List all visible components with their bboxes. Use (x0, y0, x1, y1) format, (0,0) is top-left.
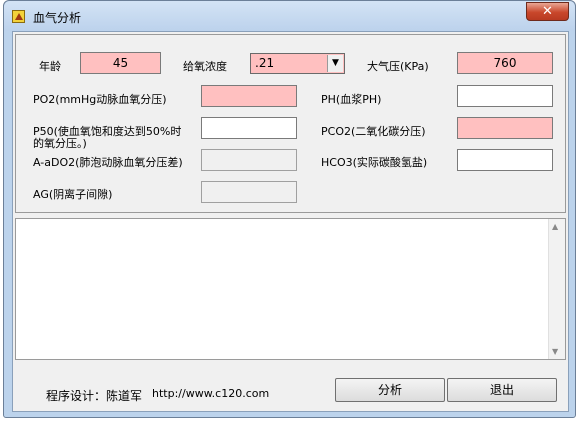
hco3-input[interactable] (457, 149, 553, 171)
title-bar: 血气分析 ✕ (4, 1, 575, 31)
app-window: 血气分析 ✕ 年龄 45 给氧浓度 .21 ▼ 大气压(KPa) 760 PO2… (3, 0, 576, 418)
app-icon (12, 10, 25, 23)
exit-button[interactable]: 退出 (447, 378, 557, 402)
pressure-input[interactable]: 760 (457, 52, 553, 74)
analyze-button[interactable]: 分析 (335, 378, 445, 402)
p50-input[interactable] (201, 117, 297, 139)
result-textarea[interactable]: ▲ ▼ (15, 218, 566, 360)
aado2-output (201, 149, 297, 171)
age-input[interactable]: 45 (80, 52, 161, 74)
pco2-label: PCO2(二氧化碳分压) (321, 125, 426, 138)
ph-label: PH(血浆PH) (321, 93, 382, 106)
pco2-input[interactable] (457, 117, 553, 139)
po2-input[interactable] (201, 85, 297, 107)
website-url: http://www.c120.com (152, 387, 270, 400)
fio2-select[interactable]: .21 ▼ (250, 53, 345, 74)
ag-output (201, 181, 297, 203)
age-label: 年龄 (39, 60, 61, 73)
fio2-selected-value: .21 (255, 56, 275, 70)
fio2-label: 给氧浓度 (183, 60, 227, 73)
ag-label: AG(阴离子间隙) (33, 188, 113, 201)
input-panel: 年龄 45 给氧浓度 .21 ▼ 大气压(KPa) 760 PO2(mmHg动脉… (15, 34, 566, 213)
po2-label: PO2(mmHg动脉血氧分压) (33, 93, 167, 106)
scroll-down-icon[interactable]: ▼ (552, 347, 558, 356)
ph-input[interactable] (457, 85, 553, 107)
client-area: 年龄 45 给氧浓度 .21 ▼ 大气压(KPa) 760 PO2(mmHg动脉… (12, 31, 569, 412)
p50-label-line2: 的氧分压。) (33, 137, 87, 150)
scroll-up-icon[interactable]: ▲ (552, 222, 558, 231)
designer-credit: 程序设计：陈道军 (46, 389, 143, 403)
window-title: 血气分析 (33, 11, 82, 25)
vertical-scrollbar[interactable]: ▲ ▼ (548, 219, 565, 359)
close-button[interactable]: ✕ (526, 2, 569, 21)
close-icon: ✕ (542, 4, 553, 19)
chevron-down-icon[interactable]: ▼ (327, 55, 343, 72)
pressure-label: 大气压(KPa) (367, 60, 429, 73)
hco3-label: HCO3(实际碳酸氢盐) (321, 156, 428, 169)
aado2-label: A-aDO2(肺泡动脉血氧分压差) (33, 156, 183, 169)
